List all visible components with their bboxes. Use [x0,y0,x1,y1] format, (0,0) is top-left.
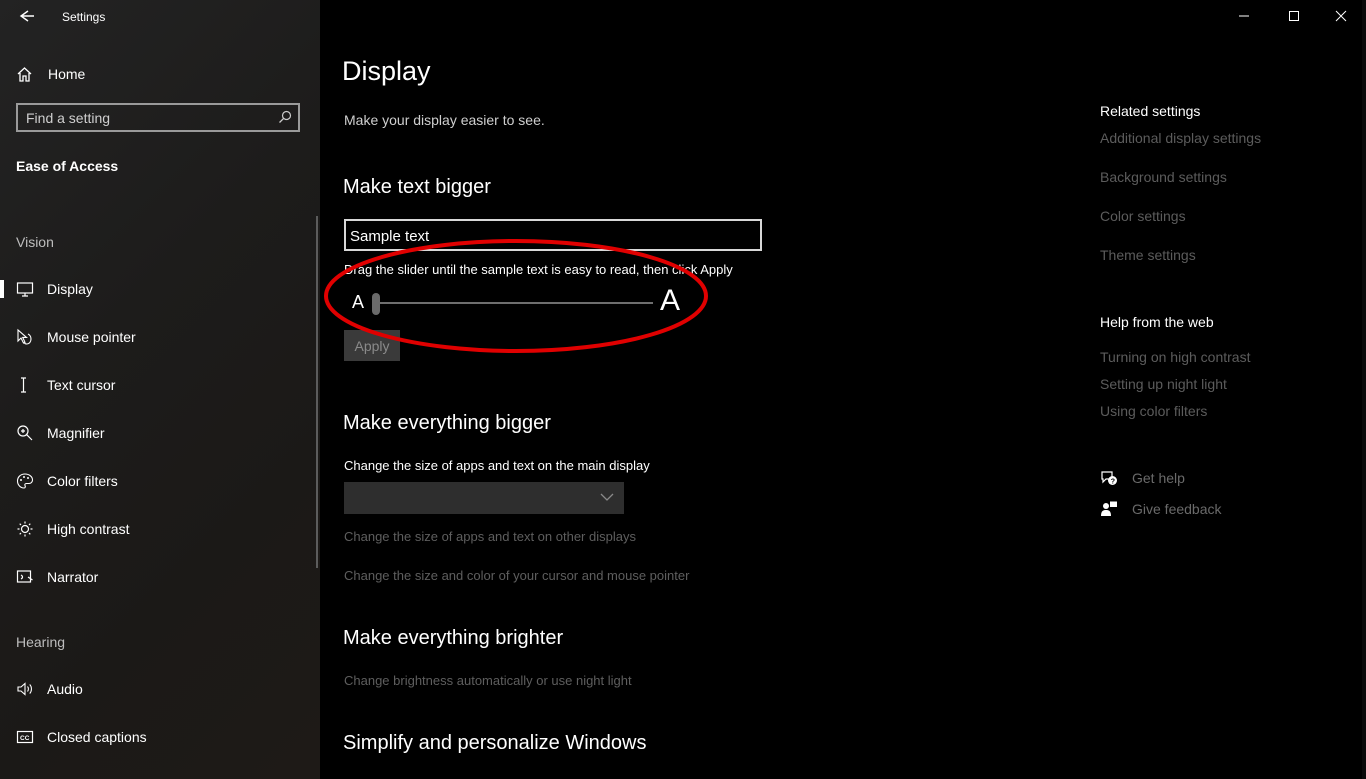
close-button[interactable] [1331,6,1351,26]
sidebar-item-color-filters[interactable]: Color filters [0,463,312,499]
sidebar-item-label: Text cursor [47,377,116,393]
give-feedback-icon [1101,501,1117,516]
minimize-icon [1239,15,1249,17]
get-help-label: Get help [1132,470,1185,486]
back-arrow-icon[interactable] [14,6,36,26]
high-contrast-icon [17,521,33,537]
svg-text:?: ? [1111,478,1115,485]
everything-bigger-heading: Make everything bigger [343,412,551,434]
related-link-background[interactable]: Background settings [1100,169,1227,185]
text-cursor-icon [21,377,26,393]
mouse-pointer-icon [17,328,32,345]
sidebar-item-narrator[interactable]: Narrator [0,559,312,595]
give-feedback-label: Give feedback [1132,501,1222,517]
sidebar-item-high-contrast[interactable]: High contrast [0,511,312,547]
minimize-button[interactable] [1234,6,1254,26]
slider-small-a-label: A [352,292,365,312]
sample-text-box: Sample text [344,219,762,251]
maximize-button[interactable] [1284,6,1304,26]
window-edge [1362,0,1366,779]
magnifier-icon [17,425,33,441]
help-link-night-light[interactable]: Setting up night light [1100,376,1227,392]
search-box[interactable] [16,103,300,132]
get-help-icon: ? [1101,471,1117,485]
related-settings-heading: Related settings [1100,103,1201,119]
related-link-color[interactable]: Color settings [1100,208,1186,224]
search-input[interactable] [26,108,266,128]
sidebar-item-mouse-pointer[interactable]: Mouse pointer [0,319,312,355]
slider-hint: Drag the slider until the sample text is… [344,262,733,277]
main-content: Display Make your display easier to see.… [320,0,1366,779]
sidebar-item-text-cursor[interactable]: Text cursor [0,367,312,403]
related-link-additional-display[interactable]: Additional display settings [1100,130,1261,146]
apply-button[interactable]: Apply [344,330,400,361]
page-description: Make your display easier to see. [344,112,545,128]
sidebar-item-label: Color filters [47,473,118,489]
sidebar: Settings Home Ease of Access Vision Disp… [0,0,320,779]
slider-big-a-label: A [660,284,681,317]
help-link-color-filters[interactable]: Using color filters [1100,403,1207,419]
audio-icon [17,682,32,696]
everything-brighter-heading: Make everything brighter [343,627,564,649]
sample-text: Sample text [350,228,430,245]
sidebar-item-audio[interactable]: Audio [0,671,312,707]
chevron-down-icon [600,493,614,501]
sidebar-item-label: High contrast [47,521,130,537]
section-title: Ease of Access [16,158,119,174]
sidebar-item-display[interactable]: Display [0,271,312,307]
page-title: Display [342,56,431,86]
color-filters-icon [16,473,34,489]
home-icon [17,66,32,82]
window-title: Settings [62,10,106,24]
cursor-size-link[interactable]: Change the size and color of your cursor… [344,568,689,583]
sidebar-item-label: Display [47,281,93,297]
close-icon [1335,10,1347,22]
vision-group-label: Vision [16,234,54,250]
sidebar-item-label: Magnifier [47,425,105,441]
text-bigger-heading: Make text bigger [343,176,491,198]
scale-dropdown[interactable] [344,482,624,514]
narrator-icon [16,570,33,583]
brightness-link[interactable]: Change brightness automatically or use n… [344,673,632,688]
hearing-group-label: Hearing [16,634,66,650]
help-from-web-heading: Help from the web [1100,314,1214,330]
simplify-heading: Simplify and personalize Windows [343,732,647,754]
help-link-high-contrast[interactable]: Turning on high contrast [1100,349,1250,365]
monitor-icon [16,282,34,297]
search-icon[interactable] [278,110,292,124]
svg-text:CC: CC [20,735,30,742]
sidebar-item-label: Narrator [47,569,99,585]
home-label: Home [48,66,86,82]
other-displays-link[interactable]: Change the size of apps and text on othe… [344,529,636,544]
maximize-icon [1289,11,1299,21]
main-display-size-label: Change the size of apps and text on the … [344,458,650,473]
home-nav-item[interactable]: Home [16,63,85,85]
sidebar-item-magnifier[interactable]: Magnifier [0,415,312,451]
active-indicator [0,280,4,298]
sidebar-item-closed-captions[interactable]: CC Closed captions [0,719,312,755]
text-size-slider-thumb[interactable] [372,293,380,315]
text-size-slider-track[interactable] [376,302,653,304]
closed-captions-icon: CC [16,730,34,744]
sidebar-item-label: Audio [47,681,83,697]
related-link-theme[interactable]: Theme settings [1100,247,1196,263]
sidebar-scrollbar[interactable] [316,216,318,568]
sidebar-item-label: Closed captions [47,729,147,745]
sidebar-item-label: Mouse pointer [47,329,136,345]
